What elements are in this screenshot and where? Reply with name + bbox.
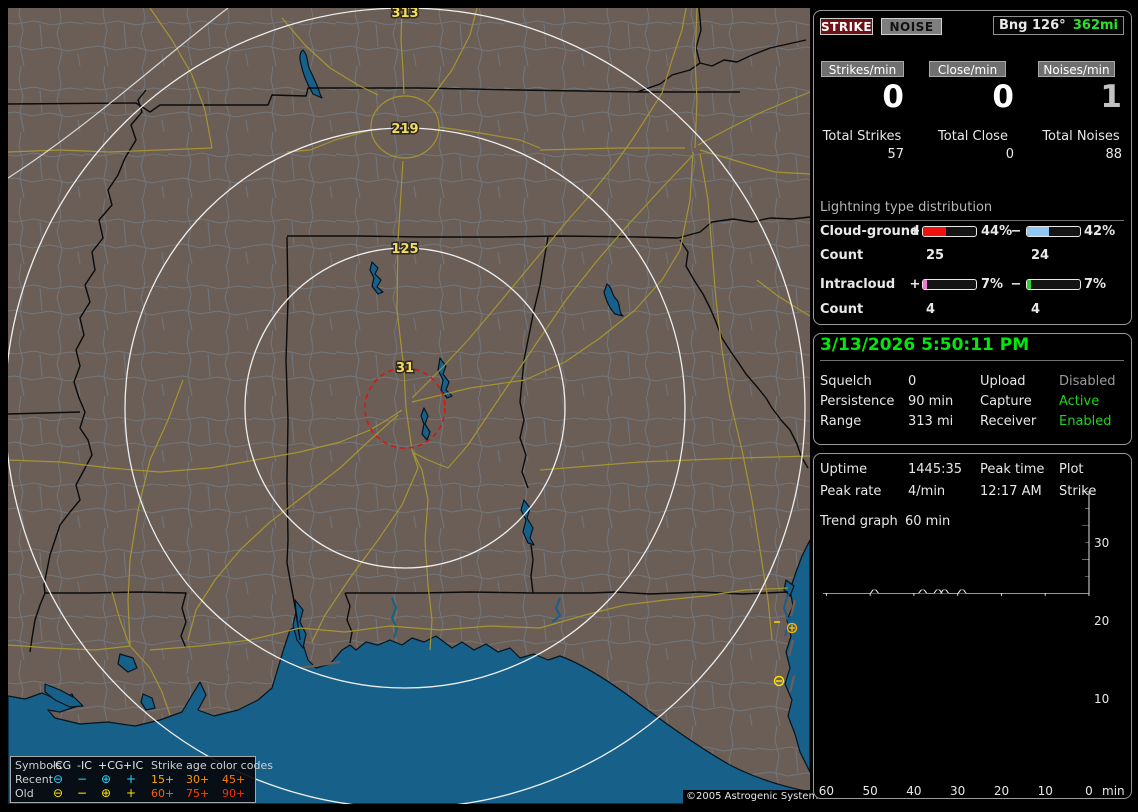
age-45: 45+ — [222, 773, 246, 786]
strikes-per-min-badge: Strikes/min — [821, 61, 904, 77]
bearing-readout: Bng 126° 362mi — [993, 16, 1124, 35]
receiver-status: Enabled — [1059, 414, 1112, 429]
app-window: 313 219 125 31 Symbols -CG -IC +CG +IC S… — [0, 0, 1138, 812]
recent-neg-ic-icon: − — [77, 772, 88, 786]
recent-pos-cg-icon: ⊕ — [101, 772, 112, 786]
cg-count-label: Count — [820, 248, 864, 263]
ic-count-label: Count — [820, 302, 864, 317]
cg-neg-pct: 42% — [1084, 224, 1116, 239]
capture-status: Active — [1059, 394, 1100, 409]
legend-age-header: Strike age color codes — [151, 759, 273, 772]
trend-x-tick-0: 0 — [1085, 784, 1093, 798]
close-per-min-badge: Close/min — [929, 61, 1006, 77]
trend-x-tick-60: 60 — [818, 784, 835, 798]
trend-y-tick-30: 30 — [1094, 536, 1110, 550]
total-close-label: Total Close — [938, 129, 1008, 144]
copyright-bar: ©2005 Astrogenic Systems — [683, 790, 823, 804]
ic-plus-sign: + — [909, 277, 921, 292]
squelch-value: 0 — [908, 374, 917, 389]
age-30: 30+ — [186, 773, 210, 786]
strike-mode-button[interactable]: STRIKE — [820, 18, 873, 35]
upload-label: Upload — [980, 374, 1026, 389]
ic-pos-count: 4 — [926, 302, 936, 317]
trend-x-tick-20: 20 — [993, 784, 1010, 798]
ring-label-31: 31 — [396, 361, 414, 376]
cg-minus-sign: − — [1010, 224, 1022, 239]
age-60: 60+ — [151, 787, 175, 800]
range-label: Range — [820, 414, 862, 429]
age-15: 15+ — [151, 773, 175, 786]
cg-pos-bar — [922, 226, 977, 237]
intracloud-label: Intracloud — [820, 277, 896, 292]
legend-col-pos-cg: +CG — [98, 759, 124, 772]
ring-label-125: 125 — [391, 242, 418, 257]
trend-x-tick-10: 10 — [1037, 784, 1053, 798]
trend-x-unit: min — [1102, 784, 1125, 798]
cg-neg-count: 24 — [1031, 248, 1050, 263]
noises-per-min-badge: Noises/min — [1038, 61, 1115, 77]
trend-x-tick-40: 40 — [906, 784, 922, 798]
legend-recent-label: Recent — [15, 773, 54, 786]
recent-neg-cg-icon: ⊖ — [53, 772, 64, 786]
old-neg-cg-icon: ⊖ — [53, 786, 64, 800]
trend-line — [823, 589, 1089, 594]
old-pos-ic-icon: + — [126, 786, 137, 800]
total-noises-value: 88 — [1105, 147, 1122, 162]
ic-neg-pct: 7% — [1084, 277, 1107, 292]
distribution-header: Lightning type distribution — [820, 200, 1124, 221]
trend-x-tick-50: 50 — [862, 784, 878, 798]
range-value: 313 mi — [908, 414, 954, 429]
cg-plus-sign: + — [909, 224, 921, 239]
persistence-value: 90 min — [908, 394, 954, 409]
cg-pos-count: 25 — [926, 248, 945, 263]
map-legend: Symbols -CG -IC +CG +IC Strike age color… — [10, 756, 273, 803]
bearing-label: Bng 126° — [999, 18, 1066, 33]
old-pos-cg-icon: ⊕ — [101, 786, 112, 800]
legend-col-neg-ic: -IC — [77, 759, 92, 772]
legend-col-neg-cg: -CG — [51, 759, 72, 772]
persistence-label: Persistence — [820, 394, 895, 409]
ic-pos-bar — [922, 279, 977, 290]
ring-label-219: 219 — [391, 122, 418, 137]
datetime-display: 3/13/2026 5:50:11 PM — [820, 335, 1124, 361]
cg-neg-bar — [1026, 226, 1081, 237]
upload-status: Disabled — [1059, 374, 1116, 389]
close-per-min-value: 0 — [992, 79, 1014, 115]
noise-mode-button[interactable]: NOISE — [881, 18, 942, 35]
capture-label: Capture — [980, 394, 1032, 409]
ic-neg-bar — [1026, 279, 1081, 290]
strikes-per-min-value: 0 — [882, 79, 904, 115]
squelch-label: Squelch — [820, 374, 872, 389]
cloud-ground-label: Cloud-ground — [820, 224, 920, 239]
trend-graph — [823, 491, 1090, 596]
receiver-label: Receiver — [980, 414, 1037, 429]
trend-y-tick-10: 10 — [1094, 692, 1110, 706]
noises-per-min-value: 1 — [1100, 79, 1122, 115]
total-strikes-label: Total Strikes — [822, 129, 902, 144]
bearing-range: 362mi — [1072, 18, 1118, 33]
ic-neg-count: 4 — [1031, 302, 1041, 317]
ic-minus-sign: − — [1010, 277, 1022, 292]
ring-label-313: 313 — [391, 8, 418, 21]
total-strikes-value: 57 — [887, 147, 904, 162]
trend-y-tick-20: 20 — [1094, 614, 1110, 628]
ic-neg-bar-fill — [1027, 280, 1031, 289]
ic-pos-bar-fill — [923, 280, 927, 289]
legend-old-label: Old — [15, 787, 34, 800]
old-neg-ic-icon: − — [77, 786, 88, 800]
cg-pos-bar-fill — [923, 227, 947, 236]
total-close-value: 0 — [1005, 147, 1014, 162]
cg-neg-bar-fill — [1027, 227, 1050, 236]
age-90: 90+ — [222, 787, 246, 800]
trend-x-tick-30: 30 — [950, 784, 966, 798]
age-75: 75+ — [186, 787, 210, 800]
ic-pos-pct: 7% — [981, 277, 1004, 292]
total-noises-label: Total Noises — [1042, 129, 1120, 144]
map-canvas[interactable]: 313 219 125 31 — [8, 8, 810, 804]
recent-pos-ic-icon: + — [126, 772, 137, 786]
legend-col-pos-ic: +IC — [123, 759, 144, 772]
